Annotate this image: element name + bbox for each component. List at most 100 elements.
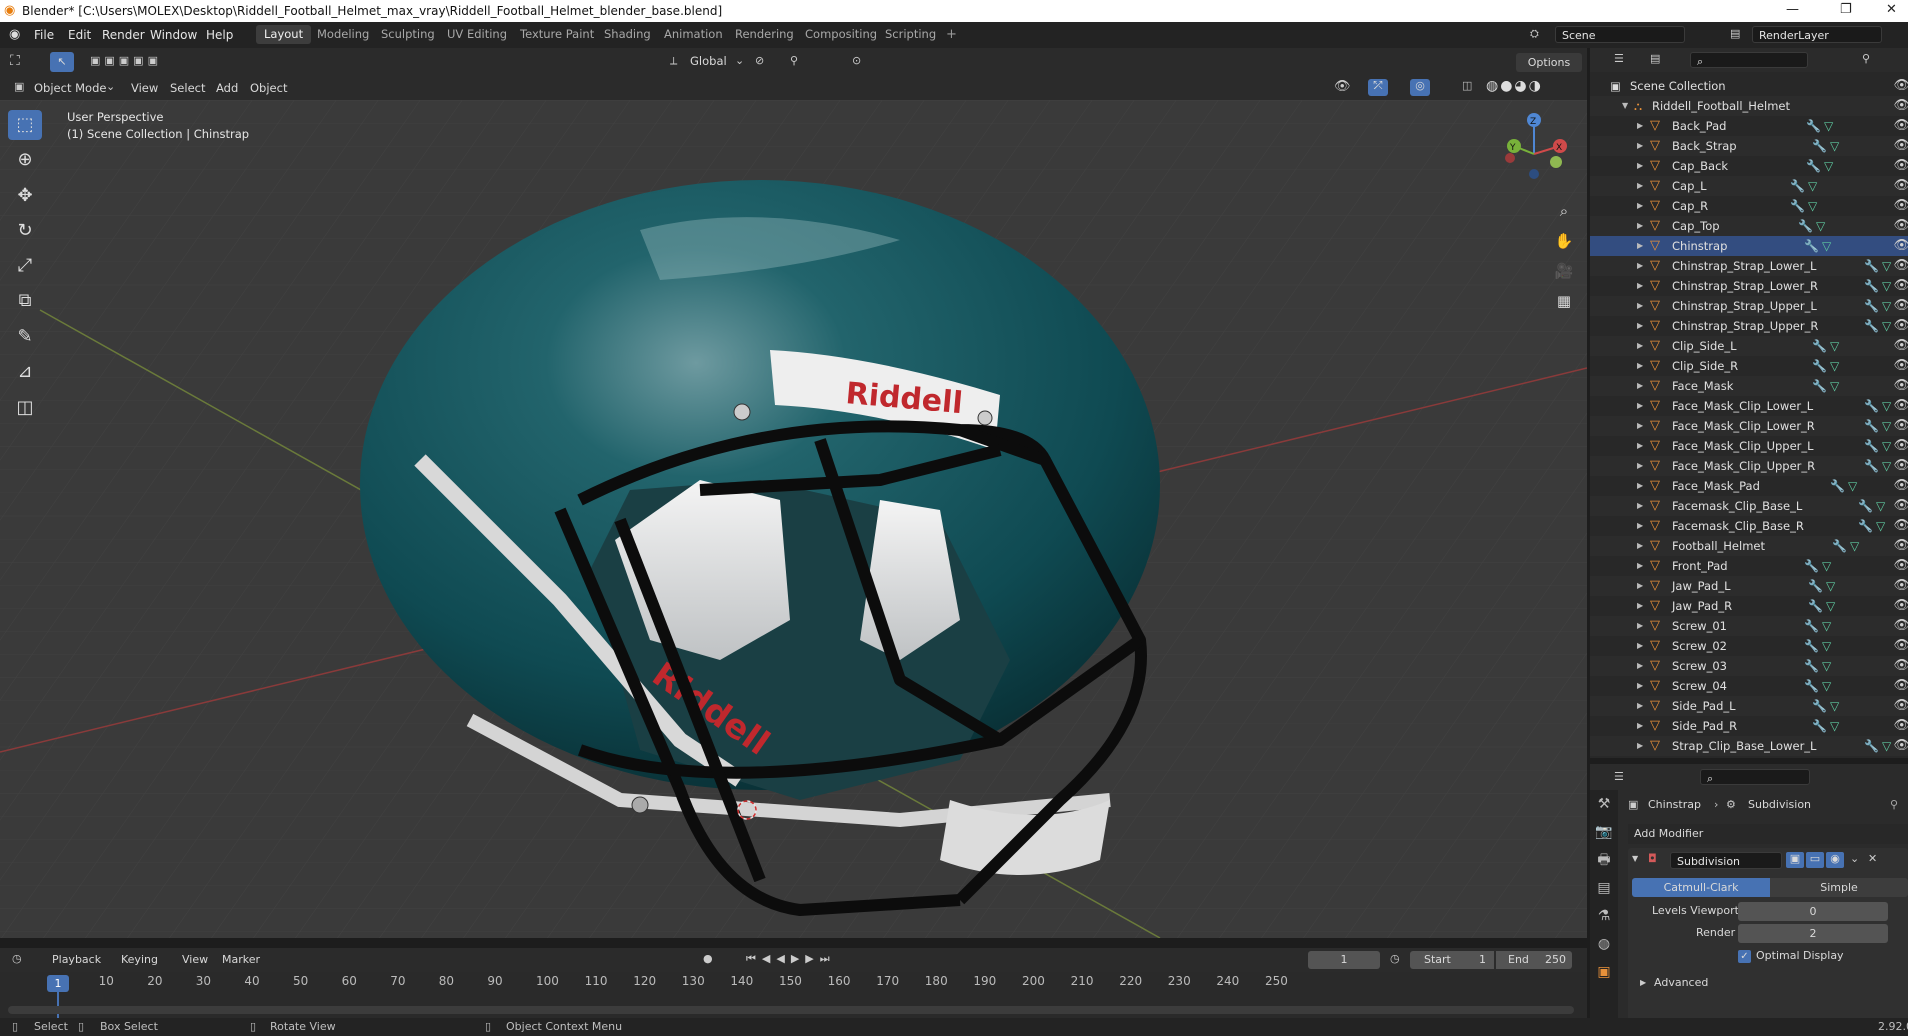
expand-arrow-icon[interactable]: ▶ xyxy=(1637,536,1643,556)
timeline-editor-icon[interactable]: ◷ xyxy=(12,952,22,965)
mesh-data-icon[interactable]: ▽ xyxy=(1822,236,1831,256)
end-frame-field[interactable]: End 250 xyxy=(1496,951,1572,969)
cursor-tool[interactable]: ⊕ xyxy=(8,145,42,175)
outliner-item[interactable]: ▶ ▽ Jaw_Pad_R 🔧 ▽ 👁 xyxy=(1590,596,1908,616)
maximize-button[interactable]: ❐ xyxy=(1840,2,1852,17)
mesh-data-icon[interactable]: ▽ xyxy=(1876,516,1885,536)
modifier-wrench-icon[interactable]: 🔧 xyxy=(1790,196,1805,216)
mesh-data-icon[interactable]: ▽ xyxy=(1882,256,1891,276)
renderlayer-field[interactable]: RenderLayer xyxy=(1752,26,1882,43)
modifier-wrench-icon[interactable]: 🔧 xyxy=(1806,116,1821,136)
move-tool[interactable]: ✥ xyxy=(8,181,42,211)
mesh-data-icon[interactable]: ▽ xyxy=(1830,336,1839,356)
outliner-item[interactable]: ▶ ▽ Chinstrap_Strap_Lower_L 🔧 ▽ 👁 xyxy=(1590,256,1908,276)
expand-arrow-icon[interactable]: ▶ xyxy=(1637,416,1643,436)
mesh-data-icon[interactable]: ▽ xyxy=(1882,316,1891,336)
eye-icon[interactable]: 👁 xyxy=(1893,636,1908,656)
start-frame-field[interactable]: Start 1 xyxy=(1410,951,1494,969)
render-toggle-icon[interactable]: ◉ xyxy=(1826,852,1844,868)
outliner-item[interactable]: ▶ ▽ Strap_Clip_Base_Lower_L 🔧 ▽ 👁 xyxy=(1590,736,1908,756)
expand-arrow-icon[interactable]: ▶ xyxy=(1637,556,1643,576)
tab-modeling[interactable]: Modeling xyxy=(309,25,377,44)
render-levels-field[interactable]: 2 xyxy=(1738,924,1888,943)
mesh-data-icon[interactable]: ▽ xyxy=(1882,396,1891,416)
expand-arrow-icon[interactable]: ▶ xyxy=(1637,216,1643,236)
modifier-wrench-icon[interactable]: 🔧 xyxy=(1864,296,1879,316)
tab-compositing[interactable]: Compositing xyxy=(797,25,885,44)
mesh-data-icon[interactable]: ▽ xyxy=(1816,216,1825,236)
outliner-item[interactable]: ▶ ▽ Back_Strap 🔧 ▽ 👁 xyxy=(1590,136,1908,156)
modifier-wrench-icon[interactable]: 🔧 xyxy=(1804,656,1819,676)
eye-icon[interactable]: 👁 xyxy=(1893,76,1908,96)
world-props-icon[interactable]: ◍ xyxy=(1590,930,1618,958)
expand-arrow-icon[interactable]: ▶ xyxy=(1637,476,1643,496)
outliner-item[interactable]: ▶ ▽ Face_Mask_Pad 🔧 ▽ 👁 xyxy=(1590,476,1908,496)
timeline-scrollbar[interactable] xyxy=(8,1006,1574,1014)
eye-icon[interactable]: 👁 xyxy=(1893,556,1908,576)
modifier-wrench-icon[interactable]: 🔧 xyxy=(1808,576,1823,596)
eye-icon[interactable]: 👁 xyxy=(1893,176,1908,196)
visibility-icon[interactable]: 👁 xyxy=(1334,79,1351,94)
expand-arrow-icon[interactable]: ▶ xyxy=(1637,696,1643,716)
outliner-item[interactable]: ▶ ▽ Cap_R 🔧 ▽ 👁 xyxy=(1590,196,1908,216)
preview-range-icon[interactable]: ◷ xyxy=(1390,952,1400,965)
outliner-editor-icon[interactable]: ☰ xyxy=(1614,52,1624,65)
eye-icon[interactable]: 👁 xyxy=(1893,156,1908,176)
modifier-wrench-icon[interactable]: 🔧 xyxy=(1812,136,1827,156)
modifier-wrench-icon[interactable]: 🔧 xyxy=(1864,416,1879,436)
outliner-item[interactable]: ▶ ▽ Face_Mask_Clip_Lower_R 🔧 ▽ 👁 xyxy=(1590,416,1908,436)
mesh-data-icon[interactable]: ▽ xyxy=(1822,616,1831,636)
mesh-data-icon[interactable]: ▽ xyxy=(1882,436,1891,456)
outliner-item[interactable]: ▶ ▽ Facemask_Clip_Base_R 🔧 ▽ 👁 xyxy=(1590,516,1908,536)
expand-arrow-icon[interactable]: ▶ xyxy=(1637,376,1643,396)
scale-tool[interactable]: ⤢ xyxy=(8,251,42,281)
outliner-item[interactable]: ▶ ▽ Screw_01 🔧 ▽ 👁 xyxy=(1590,616,1908,636)
mesh-data-icon[interactable]: ▽ xyxy=(1882,736,1891,756)
eye-icon[interactable]: 👁 xyxy=(1893,516,1908,536)
filter-icon[interactable]: ⚲ xyxy=(1862,52,1870,65)
tab-sculpting[interactable]: Sculpting xyxy=(373,25,443,44)
mesh-data-icon[interactable]: ▽ xyxy=(1876,496,1885,516)
tweak-icon[interactable]: ↖ xyxy=(50,52,74,72)
menu-file[interactable]: File xyxy=(34,28,54,42)
tab-layout[interactable]: Layout xyxy=(256,25,312,44)
snap-icon[interactable]: ⚲ xyxy=(790,54,798,67)
menu-keying[interactable]: Keying xyxy=(121,953,158,966)
expand-arrow-icon[interactable]: ▶ xyxy=(1637,336,1643,356)
expand-arrow-icon[interactable]: ▶ xyxy=(1637,576,1643,596)
tab-scripting[interactable]: Scripting xyxy=(877,25,944,44)
menu-render[interactable]: Render xyxy=(102,28,145,42)
menu-marker[interactable]: Marker xyxy=(222,953,260,966)
outliner-item[interactable]: ▶ ▽ Cap_L 🔧 ▽ 👁 xyxy=(1590,176,1908,196)
eye-icon[interactable]: 👁 xyxy=(1893,436,1908,456)
expand-arrow-icon[interactable]: ▶ xyxy=(1637,596,1643,616)
modifier-wrench-icon[interactable]: 🔧 xyxy=(1812,356,1827,376)
expand-arrow-icon[interactable]: ▶ xyxy=(1637,616,1643,636)
outliner-scene-collection[interactable]: ▣ Scene Collection 👁 xyxy=(1590,76,1908,96)
output-props-icon[interactable]: 🖶 xyxy=(1590,846,1618,874)
expand-arrow-icon[interactable]: ▶ xyxy=(1637,736,1643,756)
eye-icon[interactable]: 👁 xyxy=(1893,316,1908,336)
outliner-item[interactable]: ▶ ▽ Screw_03 🔧 ▽ 👁 xyxy=(1590,656,1908,676)
modifier-wrench-icon[interactable]: 🔧 xyxy=(1858,496,1873,516)
mesh-data-icon[interactable]: ▽ xyxy=(1830,136,1839,156)
add-workspace-icon[interactable]: + xyxy=(946,27,957,42)
eye-icon[interactable]: 👁 xyxy=(1893,336,1908,356)
advanced-section[interactable]: Advanced xyxy=(1654,976,1708,989)
outliner-item[interactable]: ▶ ▽ Facemask_Clip_Base_L 🔧 ▽ 👁 xyxy=(1590,496,1908,516)
modifier-wrench-icon[interactable]: 🔧 xyxy=(1808,596,1823,616)
mesh-data-icon[interactable]: ▽ xyxy=(1882,276,1891,296)
expand-arrow-icon[interactable]: ▶ xyxy=(1637,716,1643,736)
ortho-grid-icon[interactable]: ▦ xyxy=(1552,286,1576,316)
record-icon[interactable]: ● xyxy=(703,952,713,965)
expand-arrow-icon[interactable]: ▶ xyxy=(1637,116,1643,136)
camera-icon[interactable]: 🎥 xyxy=(1552,256,1576,286)
outliner-item[interactable]: ▶ ▽ Chinstrap 🔧 ▽ 👁 xyxy=(1590,236,1908,256)
object-props-icon[interactable]: ▣ xyxy=(1590,958,1618,986)
mesh-data-icon[interactable]: ▽ xyxy=(1848,476,1857,496)
editor-type-icon[interactable]: ⛶ xyxy=(10,53,20,69)
eye-icon[interactable]: 👁 xyxy=(1893,376,1908,396)
tab-uv-editing[interactable]: UV Editing xyxy=(439,25,515,44)
outliner-item[interactable]: ▶ ▽ Face_Mask_Clip_Upper_L 🔧 ▽ 👁 xyxy=(1590,436,1908,456)
expand-arrow-icon[interactable]: ▶ xyxy=(1637,396,1643,416)
